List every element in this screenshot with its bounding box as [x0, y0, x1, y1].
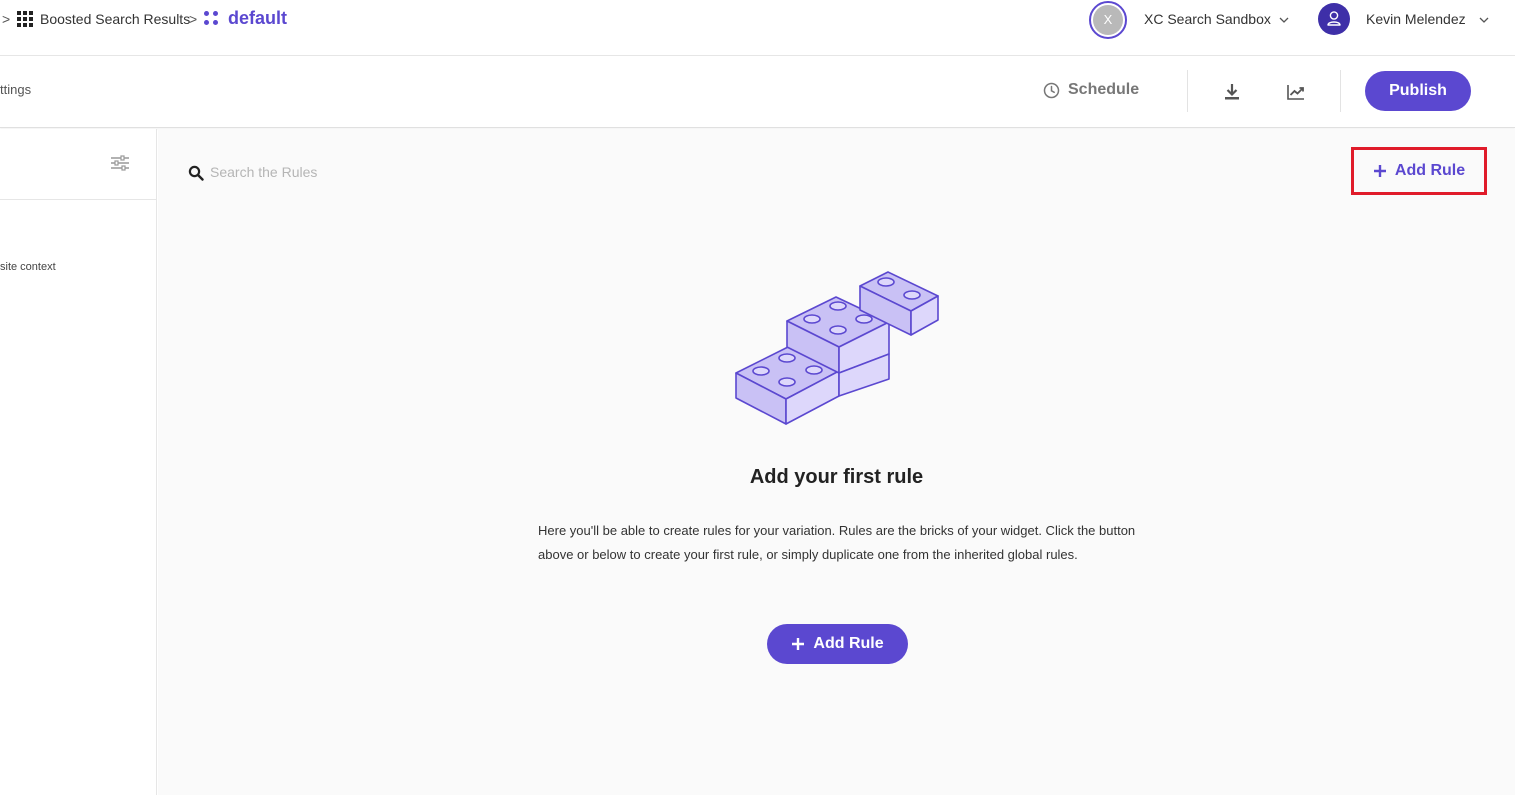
rules-sidebar: site context: [0, 129, 157, 795]
variation-toolbar: ttings Schedule Publish: [0, 56, 1515, 128]
toolbar-divider: [1340, 70, 1341, 112]
widget-grid-icon: [17, 11, 33, 27]
tenant-switcher[interactable]: XC Search Sandbox: [1144, 11, 1271, 27]
add-rule-button-bottom[interactable]: Add Rule: [767, 624, 908, 664]
tenant-avatar[interactable]: X: [1089, 1, 1127, 39]
empty-state-description: Here you'll be able to create rules for …: [538, 523, 1136, 562]
add-rule-label: Add Rule: [1394, 162, 1466, 179]
chevron-down-icon[interactable]: [1479, 15, 1489, 25]
breadcrumb-variation-name: default: [228, 8, 288, 28]
download-icon[interactable]: [1222, 82, 1242, 102]
sidebar-divider: [0, 199, 157, 200]
user-avatar[interactable]: [1318, 3, 1350, 35]
search-icon: [188, 165, 204, 181]
analytics-icon[interactable]: [1286, 82, 1306, 102]
user-menu[interactable]: Kevin Melendez: [1366, 11, 1466, 27]
breadcrumb-separator: >: [2, 11, 11, 27]
breadcrumb-widget-link[interactable]: Boosted Search Results: [40, 11, 190, 27]
schedule-button[interactable]: Schedule: [1043, 81, 1139, 99]
user-icon: [1327, 11, 1341, 26]
breadcrumb-separator: >: [189, 11, 198, 27]
tab-settings[interactable]: ttings: [0, 82, 31, 97]
chevron-down-icon[interactable]: [1279, 15, 1289, 25]
toolbar-divider: [1187, 70, 1188, 112]
variation-dots-icon: [204, 11, 220, 27]
add-rule-label: Add Rule: [813, 635, 884, 652]
plus-icon: [792, 638, 805, 650]
filter-settings-icon[interactable]: [111, 155, 129, 171]
building-bricks-illustration: [735, 271, 939, 425]
tenant-initial: X: [1093, 5, 1123, 35]
schedule-label: Schedule: [1068, 81, 1140, 98]
clock-icon: [1043, 82, 1060, 98]
top-navigation-bar: > Boosted Search Results > default X XC …: [0, 0, 1515, 56]
rules-panel: Add Rule: [158, 129, 1515, 795]
empty-state-title: Add your first rule: [749, 466, 924, 488]
publish-button[interactable]: Publish: [1365, 71, 1471, 111]
search-rules-input[interactable]: [210, 161, 510, 183]
site-context-label[interactable]: site context: [0, 261, 56, 273]
add-rule-button-top[interactable]: Add Rule: [1351, 147, 1487, 195]
plus-icon: [1373, 165, 1386, 177]
